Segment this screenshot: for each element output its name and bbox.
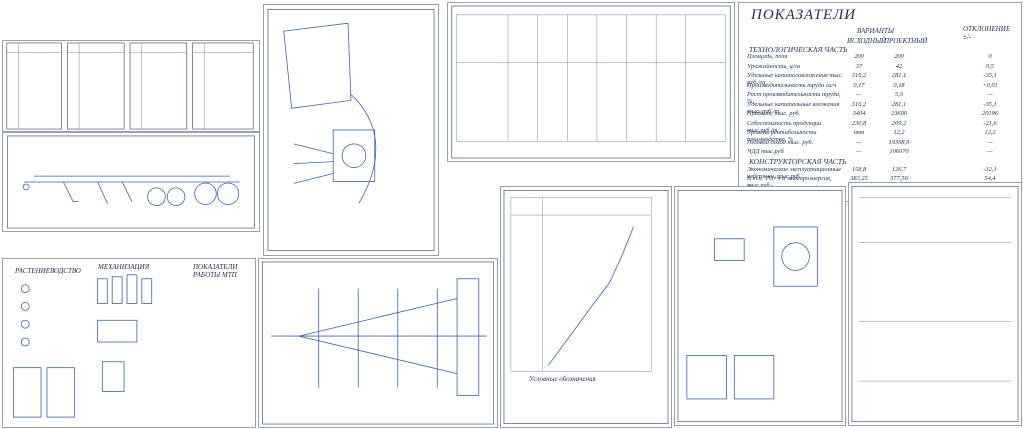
indicator-project-value: 42: [895, 62, 903, 70]
indicator-change-value: 0,5: [986, 62, 994, 70]
indicator-label: Производительность труда га/ч: [747, 81, 837, 89]
indicator-project-value: 281,1: [891, 100, 907, 108]
indicator-initial-value: 200: [854, 53, 864, 60]
sheet-spec-tables: [2, 40, 260, 132]
indicator-label: Урожайность, ц/га: [747, 62, 801, 70]
indicator-label: ЧДД тыс.руб: [747, 148, 784, 155]
indicator-initial-value: нет: [853, 129, 865, 136]
graph-grid: [510, 197, 652, 372]
sheet-indicators: ПОКАЗАТЕЛИ ВАРИАНТЫ ИСХОДНЫЙ ПРОЕКТНЫЙ О…: [738, 2, 1022, 207]
indicator-change-value: 20196: [982, 110, 998, 117]
indicator-project-value: 209,2: [891, 119, 907, 127]
indicator-initial-value: —: [856, 138, 862, 146]
indicator-project-value: 377,56: [890, 175, 908, 182]
indicator-change-value: —: [987, 138, 993, 146]
indicator-initial-value: 383,25: [850, 175, 868, 182]
indicator-project-value: 5,3: [895, 91, 903, 98]
indicator-project-value: 19398,9: [888, 138, 910, 146]
indicator-change-value: 12,2: [984, 129, 996, 136]
indicator-initial-value: 0,17: [853, 81, 865, 89]
graph-curve: [548, 226, 634, 366]
spec-table-1: [6, 42, 62, 130]
indicator-initial-value: 3404: [852, 110, 866, 117]
sheet-working-body: [263, 4, 439, 256]
indicator-change-value: +0,01: [982, 81, 998, 89]
indicator-initial-value: —: [856, 91, 862, 98]
indicator-initial-value: 230,8: [851, 119, 867, 127]
indicator-change-value: -32,1: [983, 166, 997, 173]
indicator-initial-value: 316,2: [851, 72, 867, 79]
infographic-shapes: [12, 274, 153, 418]
plan-view-drawing: [271, 278, 487, 396]
indicator-initial-value: —: [856, 148, 862, 155]
indicator-project-value: 12,2: [893, 129, 905, 136]
indicator-project-value: 200: [894, 53, 904, 60]
indicator-label: Прибыль, тыс. руб.: [747, 110, 801, 117]
indicator-initial-value: 316,2: [851, 100, 867, 108]
indicator-project-value: 23600: [891, 110, 907, 117]
indicator-change-value: -21,6: [983, 119, 997, 127]
indicator-project-value: 0,18: [893, 81, 905, 89]
right-spec-lines: [858, 196, 1012, 382]
sheet-data-table: [447, 2, 735, 162]
section-design: КОНСТРУКТОРСКАЯ ЧАСТЬ: [749, 157, 847, 166]
spec-table-2: [67, 42, 125, 130]
working-body-drawing: [283, 22, 377, 204]
indicator-change-value: —: [987, 148, 993, 155]
indicator-change-value: 54,4: [984, 175, 996, 182]
indicator-label: Площадь, поля: [747, 53, 788, 60]
variants-header: ВАРИАНТЫ: [857, 27, 894, 35]
sheet-machine-side-view: [2, 132, 260, 232]
indicator-change-value: 0: [988, 53, 992, 60]
indicator-project-value: 126,7: [891, 166, 907, 173]
col-project: ПРОЕКТНЫЙ: [884, 37, 928, 45]
indicator-project-value: 281,1: [891, 72, 907, 79]
indicator-initial-value: 37: [855, 62, 863, 70]
indicator-project-value: 106070: [889, 148, 909, 155]
sheet-details: [674, 186, 846, 426]
indicator-label: Годовой доход тыс. руб.: [747, 138, 814, 146]
detail-drawing: [686, 226, 818, 400]
indicator-change-value: -35,1: [983, 100, 997, 108]
sheet-infographics: РАСТЕНИЕВОДСТВО МЕХАНИЗАЦИЯ ПОКАЗАТЕЛИ Р…: [2, 258, 256, 428]
col-initial: ИСХОДНЫЙ: [847, 37, 887, 45]
spec-table-3: [129, 42, 188, 130]
indicators-title: ПОКАЗАТЕЛИ: [751, 7, 857, 23]
col-change: ОТКЛОНЕНИЕ ±/-: [963, 25, 1011, 41]
sheet-graph: Условные обозначения: [500, 186, 672, 428]
indicator-change-value: —: [987, 91, 993, 98]
sheet-plan-view: [258, 258, 498, 428]
machine-frame-drawing: [22, 175, 240, 206]
data-table-grid: [456, 14, 726, 142]
indicator-initial-value: 158,8: [851, 166, 867, 173]
indicator-change-value: -35,1: [983, 72, 997, 79]
spec-table-4: [192, 42, 254, 130]
sheet-right-spec: [848, 182, 1022, 426]
